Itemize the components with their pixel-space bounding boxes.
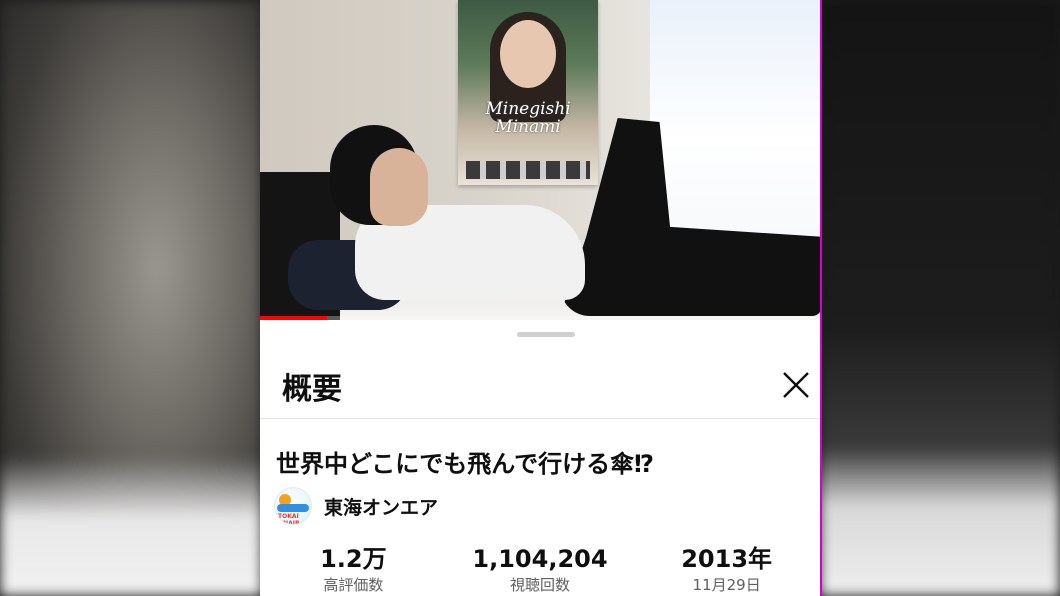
sheet-drag-handle[interactable] — [517, 332, 575, 337]
stat-views-label: 視聴回数 — [509, 576, 570, 594]
sheet-title: 概要 — [282, 372, 342, 407]
blurred-backdrop-right — [820, 0, 1060, 596]
stat-likes-value: 1.2万 — [320, 545, 387, 573]
poster-face — [500, 20, 556, 88]
stat-date-label: 11月29日 — [692, 576, 761, 594]
close-icon — [783, 372, 809, 398]
channel-name[interactable]: 東海オンエア — [324, 493, 438, 520]
sheet-divider — [260, 418, 820, 419]
poster-text-line1: Minegishi — [485, 99, 571, 119]
poster-text: Minegishi Minami — [458, 100, 598, 136]
channel-avatar[interactable]: TOKAI ONAIR — [274, 487, 312, 525]
stat-date: 2013年 11月29日 — [637, 544, 817, 596]
video-title: 世界中どこにでも飛んで行ける傘⁉ — [276, 450, 654, 478]
video-player[interactable]: Minegishi Minami — [260, 0, 820, 320]
person-face — [370, 148, 428, 226]
close-button[interactable] — [779, 368, 813, 402]
video-stats: 1.2万 高評価数 1,104,204 視聴回数 2013年 11月29日 — [260, 544, 820, 596]
channel-row[interactable]: TOKAI ONAIR 東海オンエア — [274, 487, 438, 525]
stat-views-value: 1,104,204 — [472, 545, 608, 573]
wall-poster: Minegishi Minami — [458, 0, 598, 185]
mobile-screen: Minegishi Minami 概要 世界中どこにでも飛んで行ける傘⁉ TOK… — [260, 0, 822, 596]
stat-date-value: 2013年 — [681, 545, 773, 573]
stat-views: 1,104,204 視聴回数 — [450, 544, 630, 596]
description-sheet: 概要 世界中どこにでも飛んで行ける傘⁉ TOKAI ONAIR 東海オンエア 1… — [260, 320, 820, 596]
avatar-wave-shape — [277, 504, 309, 512]
poster-text-line2: Minami — [495, 117, 561, 137]
poster-photo-strip — [466, 161, 590, 179]
stat-likes-label: 高評価数 — [323, 576, 384, 594]
blurred-backdrop-left — [0, 0, 262, 596]
stat-likes: 1.2万 高評価数 — [263, 544, 443, 596]
avatar-logo-text: TOKAI ONAIR — [278, 513, 300, 525]
